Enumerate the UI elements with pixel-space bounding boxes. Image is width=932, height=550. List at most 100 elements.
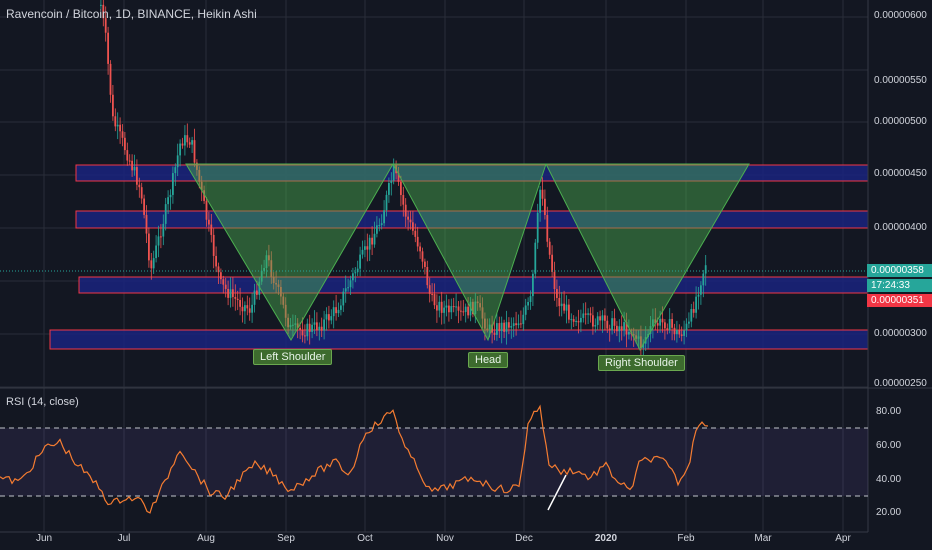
- candle-body: [522, 314, 525, 325]
- candle-body: [383, 210, 385, 224]
- candle-body: [584, 313, 587, 315]
- candle-body: [340, 305, 342, 310]
- price-label: 0.00000550: [874, 75, 927, 86]
- candle-body: [157, 236, 160, 246]
- candle-body: [152, 258, 155, 269]
- candle-body: [664, 322, 666, 329]
- candle-body: [138, 184, 141, 188]
- candle-body: [356, 268, 359, 273]
- candle-body: [678, 330, 681, 335]
- candle-body: [236, 298, 239, 301]
- candle-body: [352, 273, 354, 281]
- candle-body: [575, 320, 577, 322]
- candle-body: [496, 323, 498, 335]
- time-label: Feb: [677, 533, 695, 544]
- candle-body: [666, 328, 669, 331]
- rsi-title[interactable]: RSI (14, close): [6, 396, 79, 408]
- candle-body: [318, 326, 321, 331]
- candle-body: [342, 291, 345, 306]
- candle-body: [702, 273, 705, 286]
- candle-body: [234, 296, 237, 299]
- candle-body: [570, 319, 573, 321]
- candle-body: [124, 137, 126, 151]
- candle-body: [604, 315, 606, 321]
- candle-body: [222, 279, 225, 285]
- price-label: 0.00000300: [874, 328, 927, 339]
- candle-body: [616, 325, 618, 332]
- candle-body: [301, 329, 304, 336]
- candle-body: [248, 308, 251, 313]
- candle-body: [330, 316, 333, 321]
- candle-body: [347, 287, 349, 289]
- time-label: Jul: [117, 533, 131, 544]
- candle-body: [690, 309, 693, 322]
- candle-body: [503, 322, 505, 332]
- candle-body: [500, 322, 503, 332]
- candle-body: [529, 296, 532, 302]
- candle-body: [414, 230, 417, 237]
- candle-body: [613, 318, 616, 326]
- candle-body: [428, 285, 431, 294]
- left-shoulder-label[interactable]: Left Shoulder: [253, 349, 333, 365]
- current-price-tag: 0.00000358: [867, 264, 932, 277]
- candle-body: [572, 319, 575, 322]
- candle-body: [618, 326, 621, 332]
- candle-body: [174, 167, 177, 174]
- candle-body: [661, 318, 664, 323]
- candle-body: [332, 307, 335, 317]
- candle-body: [179, 143, 181, 156]
- head-label[interactable]: Head: [468, 352, 509, 368]
- candle-body: [676, 330, 678, 335]
- candle-body: [246, 305, 249, 309]
- candle-body: [112, 94, 114, 117]
- rsi-axis-label: 20.00: [876, 507, 902, 518]
- candle-body: [556, 289, 558, 298]
- candle-body: [532, 273, 534, 297]
- time-label: Apr: [835, 533, 851, 544]
- candle-body: [119, 124, 121, 132]
- candle-body: [424, 261, 426, 267]
- last-close-tag: 0.00000351: [867, 294, 932, 307]
- candle-body: [589, 313, 592, 316]
- candle-body: [349, 280, 352, 288]
- candle-body: [320, 326, 323, 331]
- candle-body: [464, 306, 467, 312]
- candle-body: [172, 173, 174, 195]
- candle-body: [462, 311, 465, 313]
- candle-body: [563, 303, 565, 311]
- candle-body: [517, 323, 520, 326]
- candle-body: [606, 320, 609, 329]
- candle-body: [433, 294, 436, 306]
- candle-body: [404, 204, 407, 217]
- candle-body: [385, 194, 388, 211]
- candle-body: [551, 254, 553, 272]
- candle-body: [524, 305, 527, 315]
- zone-300: [49, 329, 869, 350]
- candle-body: [594, 324, 597, 327]
- candle-body: [553, 271, 556, 290]
- candle-body: [700, 285, 702, 295]
- candle-body: [601, 315, 604, 321]
- candle-body: [335, 307, 337, 314]
- candle-body: [493, 332, 496, 335]
- candle-body: [181, 143, 184, 146]
- candle-body: [239, 300, 241, 307]
- candle-body: [565, 304, 568, 311]
- candle-body: [515, 323, 517, 326]
- right-shoulder-label[interactable]: Right Shoulder: [598, 355, 685, 371]
- rsi-axis-label: 80.00: [876, 406, 902, 417]
- candle-body: [311, 324, 313, 332]
- price-label: 0.00000600: [874, 10, 927, 21]
- candle-body: [440, 301, 443, 313]
- candle-body: [438, 301, 441, 311]
- candle-body: [390, 180, 393, 184]
- candle-body: [656, 323, 659, 326]
- candle-body: [592, 315, 594, 327]
- candle-body: [373, 233, 376, 245]
- candle-body: [527, 301, 529, 306]
- time-label: Mar: [754, 533, 772, 544]
- candle-body: [692, 309, 695, 313]
- candle-body: [376, 225, 378, 234]
- candle-body: [205, 200, 208, 220]
- candle-body: [253, 290, 256, 305]
